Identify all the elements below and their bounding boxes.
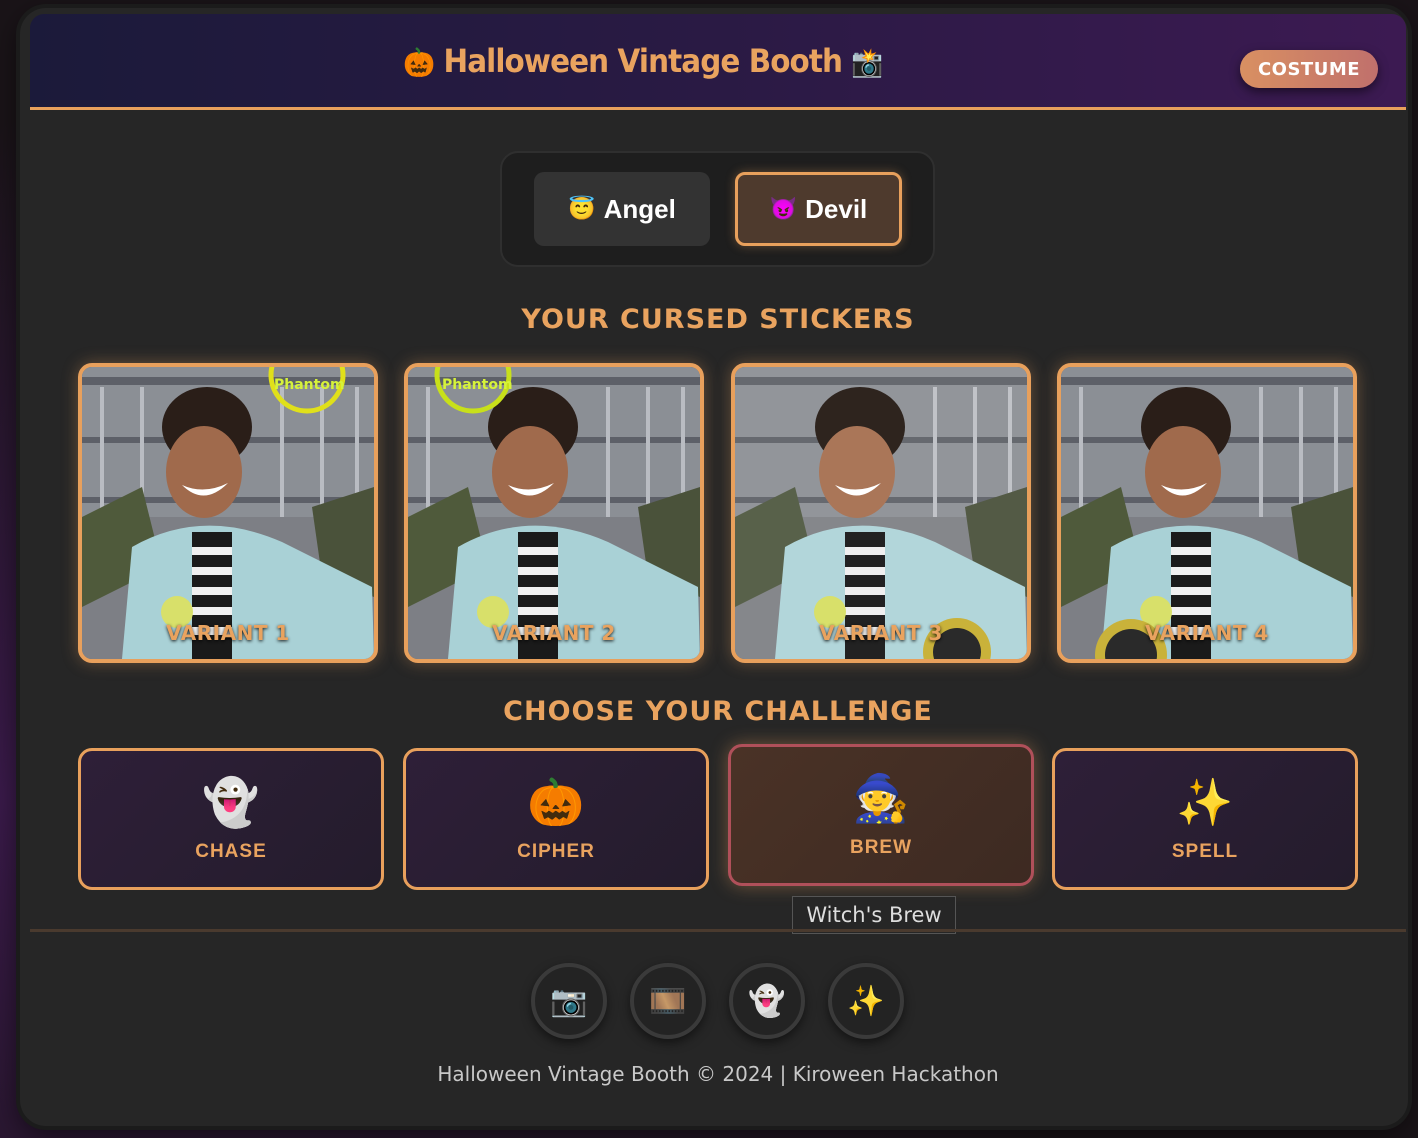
challenge-label: SPELL: [1171, 841, 1239, 862]
footer-divider: [30, 929, 1406, 932]
challenge-spell-button[interactable]: ✨ SPELL: [1052, 748, 1358, 890]
devil-icon: 😈: [769, 196, 798, 221]
phantom-overlay: Phantom: [442, 377, 513, 393]
challenge-title: CHOOSE YOUR CHALLENGE: [503, 696, 933, 727]
sticker-label: VARIANT 3: [819, 621, 943, 645]
page-title: 🎃 Halloween Vintage Booth 📸: [403, 42, 883, 80]
costume-button[interactable]: COSTUME: [1240, 50, 1378, 88]
sticker-label: VARIANT 1: [166, 621, 290, 645]
sticker-photo: [408, 367, 700, 659]
mode-toggle: 😇 Angel 😈 Devil: [500, 151, 935, 267]
challenge-chase-button[interactable]: 👻 CHASE: [78, 748, 384, 890]
angel-icon: 😇: [568, 196, 596, 221]
page-title-text: Halloween Vintage Booth: [443, 42, 843, 80]
sticker-label: VARIANT 2: [492, 621, 616, 645]
ghost-icon[interactable]: 👻: [729, 963, 805, 1039]
sticker-card[interactable]: Phantom VARIANT 2: [404, 363, 704, 663]
witch-icon: 🧙: [852, 771, 910, 825]
sticker-photo: [735, 367, 1027, 659]
sparkles-icon: ✨: [1176, 775, 1234, 829]
camera-flash-icon: 📸: [851, 46, 883, 79]
sticker-card[interactable]: Phantom VARIANT 1: [78, 363, 378, 663]
challenge-label: CHASE: [195, 841, 267, 862]
challenge-cipher-button[interactable]: 🎃 CIPHER: [403, 748, 709, 890]
stickers-title: YOUR CURSED STICKERS: [521, 304, 915, 335]
challenge-label: CIPHER: [517, 841, 595, 862]
angel-label: Angel: [603, 193, 676, 224]
film-icon[interactable]: 🎞️: [630, 963, 706, 1039]
footer-text: Halloween Vintage Booth © 2024 | Kirowee…: [437, 1062, 999, 1086]
pumpkin-icon: 🎃: [527, 775, 585, 829]
pumpkin-icon: 🎃: [403, 46, 435, 79]
camera-icon[interactable]: 📷: [531, 963, 607, 1039]
sticker-photo: [1061, 367, 1353, 659]
challenge-label: BREW: [849, 837, 913, 858]
angel-mode-button[interactable]: 😇 Angel: [534, 172, 710, 246]
devil-label: Devil: [805, 193, 868, 224]
ghost-icon: 👻: [202, 775, 260, 829]
app-window: 🎃 Halloween Vintage Booth 📸 COSTUME 😇 An…: [20, 8, 1408, 1126]
phantom-overlay: Phantom: [274, 377, 345, 393]
header: 🎃 Halloween Vintage Booth 📸 COSTUME: [30, 14, 1406, 110]
sticker-label: VARIANT 4: [1145, 621, 1269, 645]
sparkles-icon[interactable]: ✨: [828, 963, 904, 1039]
devil-mode-button[interactable]: 😈 Devil: [735, 172, 902, 246]
sticker-card[interactable]: VARIANT 4: [1057, 363, 1357, 663]
sticker-card[interactable]: VARIANT 3: [731, 363, 1031, 663]
sticker-photo: [82, 367, 374, 659]
challenge-brew-button[interactable]: 🧙 BREW: [728, 744, 1034, 886]
